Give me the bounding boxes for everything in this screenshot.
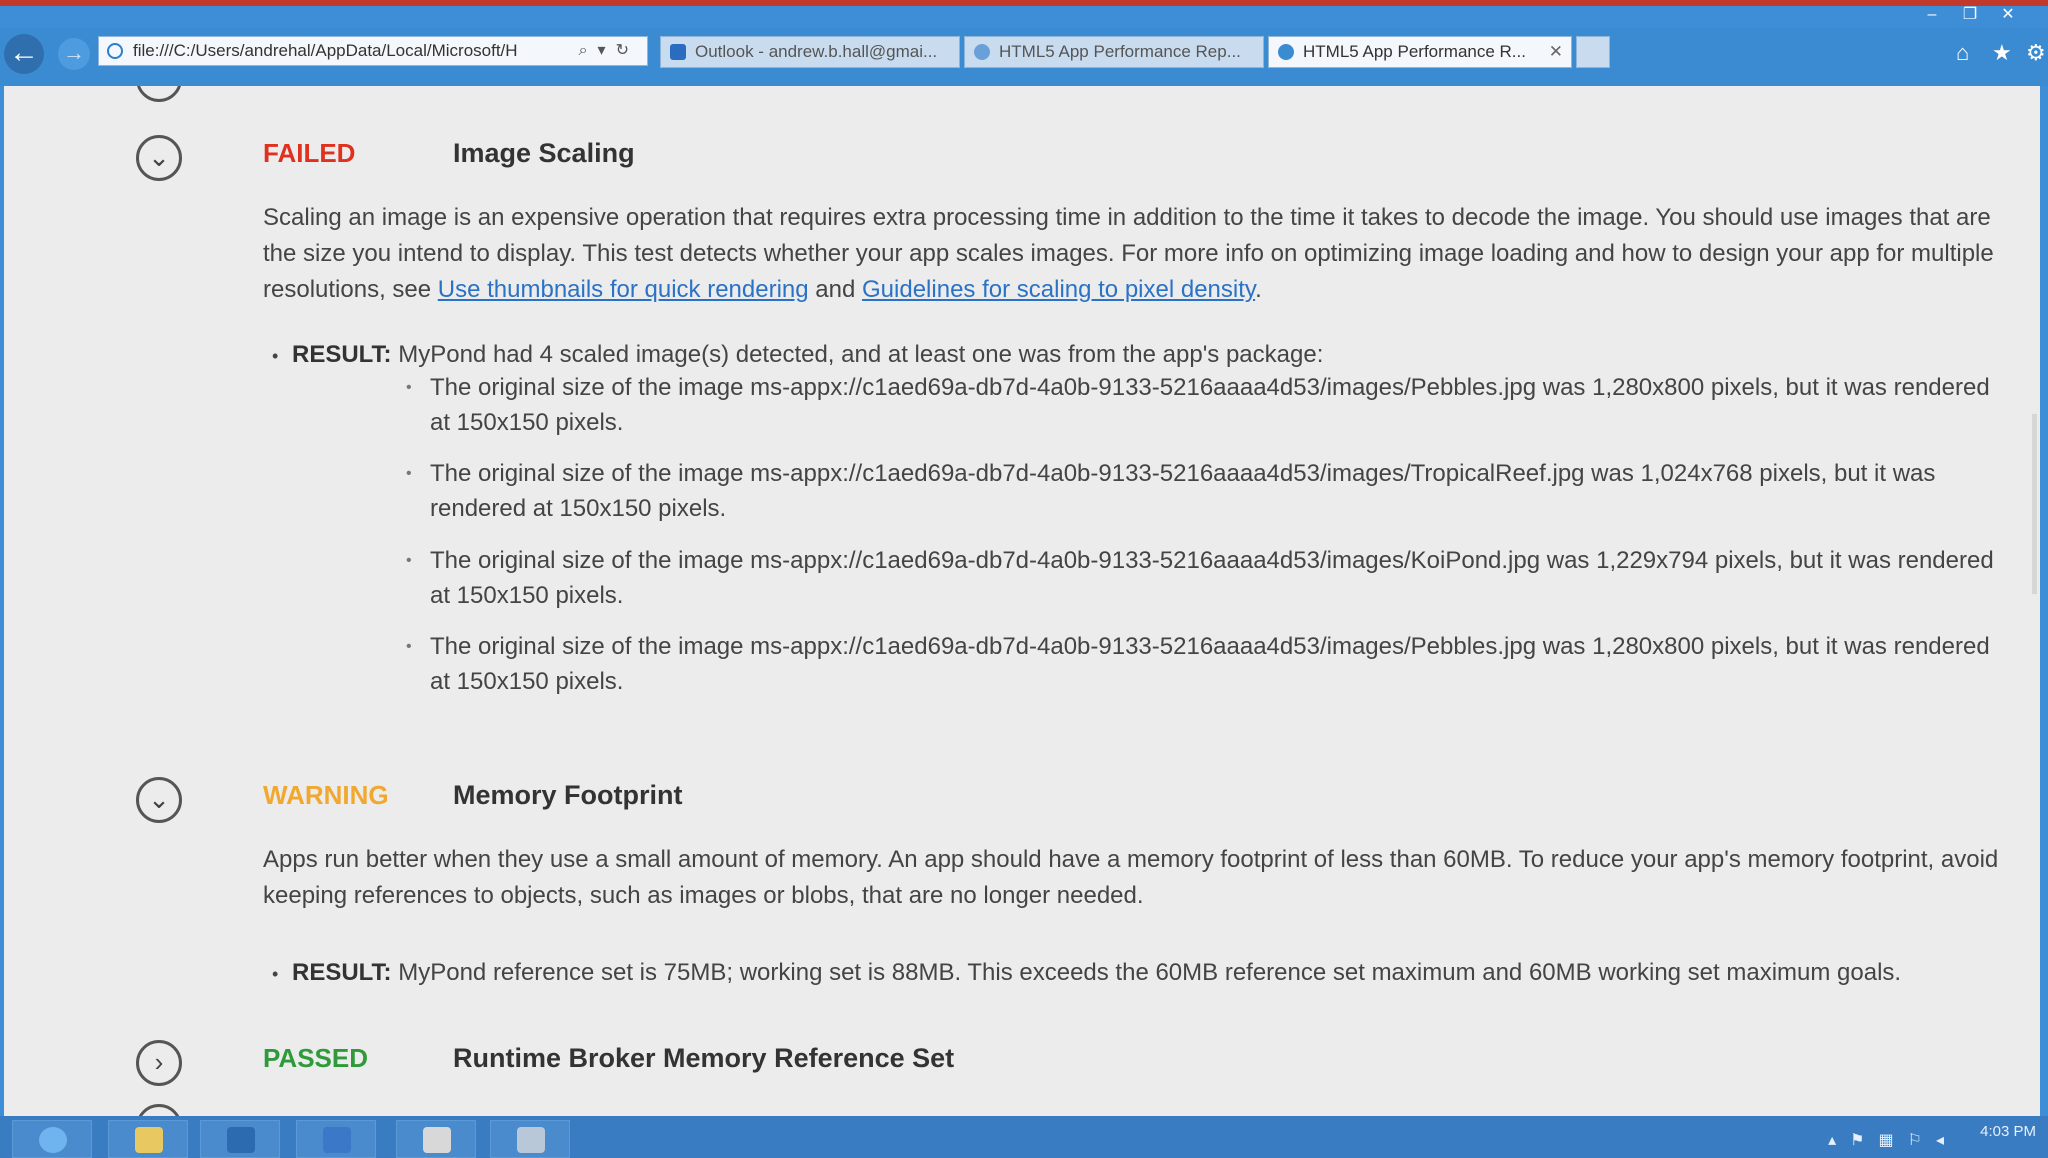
navigation-bar: ← → file:///C:/Users/andrehal/AppData/Lo… [0, 28, 2048, 86]
scrollbar[interactable] [2030, 114, 2040, 1116]
chevron-down-icon[interactable]: ⌄ [136, 135, 182, 181]
taskbar-visual-studio[interactable] [200, 1120, 280, 1158]
list-item: • The original size of the image ms-appx:… [406, 370, 2000, 440]
tab-performance-report-2[interactable]: HTML5 App Performance R... ✕ [1268, 36, 1572, 68]
section-description: Scaling an image is an expensive operati… [263, 200, 2003, 308]
address-url: file:///C:/Users/andrehal/AppData/Local/… [133, 41, 518, 60]
restore-icon[interactable]: ❐ [1952, 6, 1988, 26]
scaling-guidelines-link[interactable]: Guidelines for scaling to pixel density [862, 276, 1255, 303]
settings-gear-icon[interactable]: ⚙ [2026, 40, 2046, 66]
favorites-star-icon[interactable]: ★ [1992, 40, 2012, 66]
section-description: Apps run better when they use a small am… [263, 846, 1999, 909]
result-text: MyPond had 4 scaled image(s) detected, a… [391, 341, 1324, 368]
description-period: . [1255, 276, 1262, 303]
chevron-right-icon[interactable]: › [136, 1040, 182, 1086]
bullet: • [406, 379, 412, 396]
section-title: Memory Footprint [453, 780, 683, 810]
search-refresh-icons[interactable]: ⌕▾↻ [579, 37, 639, 65]
detail-text: The original size of the image ms-appx:/… [430, 633, 1990, 695]
taskbar-app[interactable] [396, 1120, 476, 1158]
list-item: • The original size of the image ms-appx:… [406, 456, 2000, 526]
result-label: RESULT: [292, 341, 392, 368]
taskbar-internet-explorer[interactable] [12, 1120, 92, 1158]
bullet: • [406, 638, 412, 655]
scroll-thumb[interactable] [2032, 414, 2037, 594]
status-badge: PASSED [263, 1043, 368, 1073]
bullet: • [272, 964, 279, 984]
bullet: • [272, 346, 279, 366]
result-line: • RESULT: MyPond had 4 scaled image(s) de… [272, 341, 1323, 369]
detail-text: The original size of the image ms-appx:/… [430, 460, 1936, 522]
description-and: and [808, 276, 863, 303]
taskbar-file-explorer[interactable] [108, 1120, 188, 1158]
ie-icon [39, 1127, 67, 1153]
window-icon [517, 1127, 545, 1153]
folder-icon [135, 1127, 163, 1153]
section-title: Runtime Broker Memory Reference Set [453, 1043, 955, 1073]
result-label: RESULT: [292, 959, 392, 986]
forward-button[interactable]: → [58, 38, 90, 70]
back-button[interactable]: ← [4, 34, 44, 74]
taskbar-app[interactable] [490, 1120, 570, 1158]
outlook-icon [323, 1127, 351, 1153]
thumbnails-link[interactable]: Use thumbnails for quick rendering [438, 276, 809, 303]
list-item: • The original size of the image ms-appx:… [406, 543, 2000, 613]
chevron-down-icon[interactable] [136, 86, 182, 102]
detail-text: The original size of the image ms-appx:/… [430, 374, 1990, 436]
tab-label: Outlook - andrew.b.hall@gmai... [695, 42, 938, 61]
page-icon [974, 44, 990, 60]
document-icon [423, 1127, 451, 1153]
close-tab-icon[interactable]: ✕ [1549, 37, 1563, 67]
browser-window: – ❐ ✕ ← → file:///C:/Users/andrehal/AppD… [0, 6, 2048, 1158]
close-window-icon[interactable]: ✕ [1990, 6, 2026, 26]
bullet: • [406, 465, 412, 482]
system-tray-icons[interactable]: ▴⚑▦⚐◂ [1828, 1130, 1958, 1150]
detail-text: The original size of the image ms-appx:/… [430, 547, 1994, 609]
tab-label: HTML5 App Performance R... [1303, 42, 1526, 61]
title-bar: – ❐ ✕ [0, 6, 2048, 28]
chevron-icon[interactable] [136, 1104, 182, 1116]
result-text: MyPond reference set is 75MB; working se… [391, 959, 1902, 986]
address-bar[interactable]: file:///C:/Users/andrehal/AppData/Local/… [98, 36, 648, 66]
clock[interactable]: 4:03 PM [1980, 1124, 2036, 1140]
tab-label: HTML5 App Performance Rep... [999, 42, 1241, 61]
bullet: • [406, 552, 412, 569]
status-badge: WARNING [263, 780, 389, 810]
tab-outlook[interactable]: Outlook - andrew.b.hall@gmai... [660, 36, 960, 68]
visual-studio-icon [227, 1127, 255, 1153]
new-tab-button[interactable] [1576, 36, 1610, 68]
result-line: • RESULT: MyPond reference set is 75MB; w… [272, 959, 1901, 987]
page-icon [107, 43, 123, 59]
list-item: • The original size of the image ms-appx:… [406, 629, 2000, 699]
tab-performance-report-1[interactable]: HTML5 App Performance Rep... [964, 36, 1264, 68]
home-icon[interactable]: ⌂ [1956, 40, 1969, 66]
minimize-icon[interactable]: – [1914, 6, 1950, 26]
chevron-down-icon[interactable]: ⌄ [136, 777, 182, 823]
taskbar-outlook[interactable] [296, 1120, 376, 1158]
outlook-icon [670, 44, 686, 60]
section-title: Image Scaling [453, 138, 635, 168]
report-content: ⌄ FAILED Image Scaling Scaling an image … [4, 86, 2040, 1116]
status-badge: FAILED [263, 138, 356, 168]
page-icon [1278, 44, 1294, 60]
